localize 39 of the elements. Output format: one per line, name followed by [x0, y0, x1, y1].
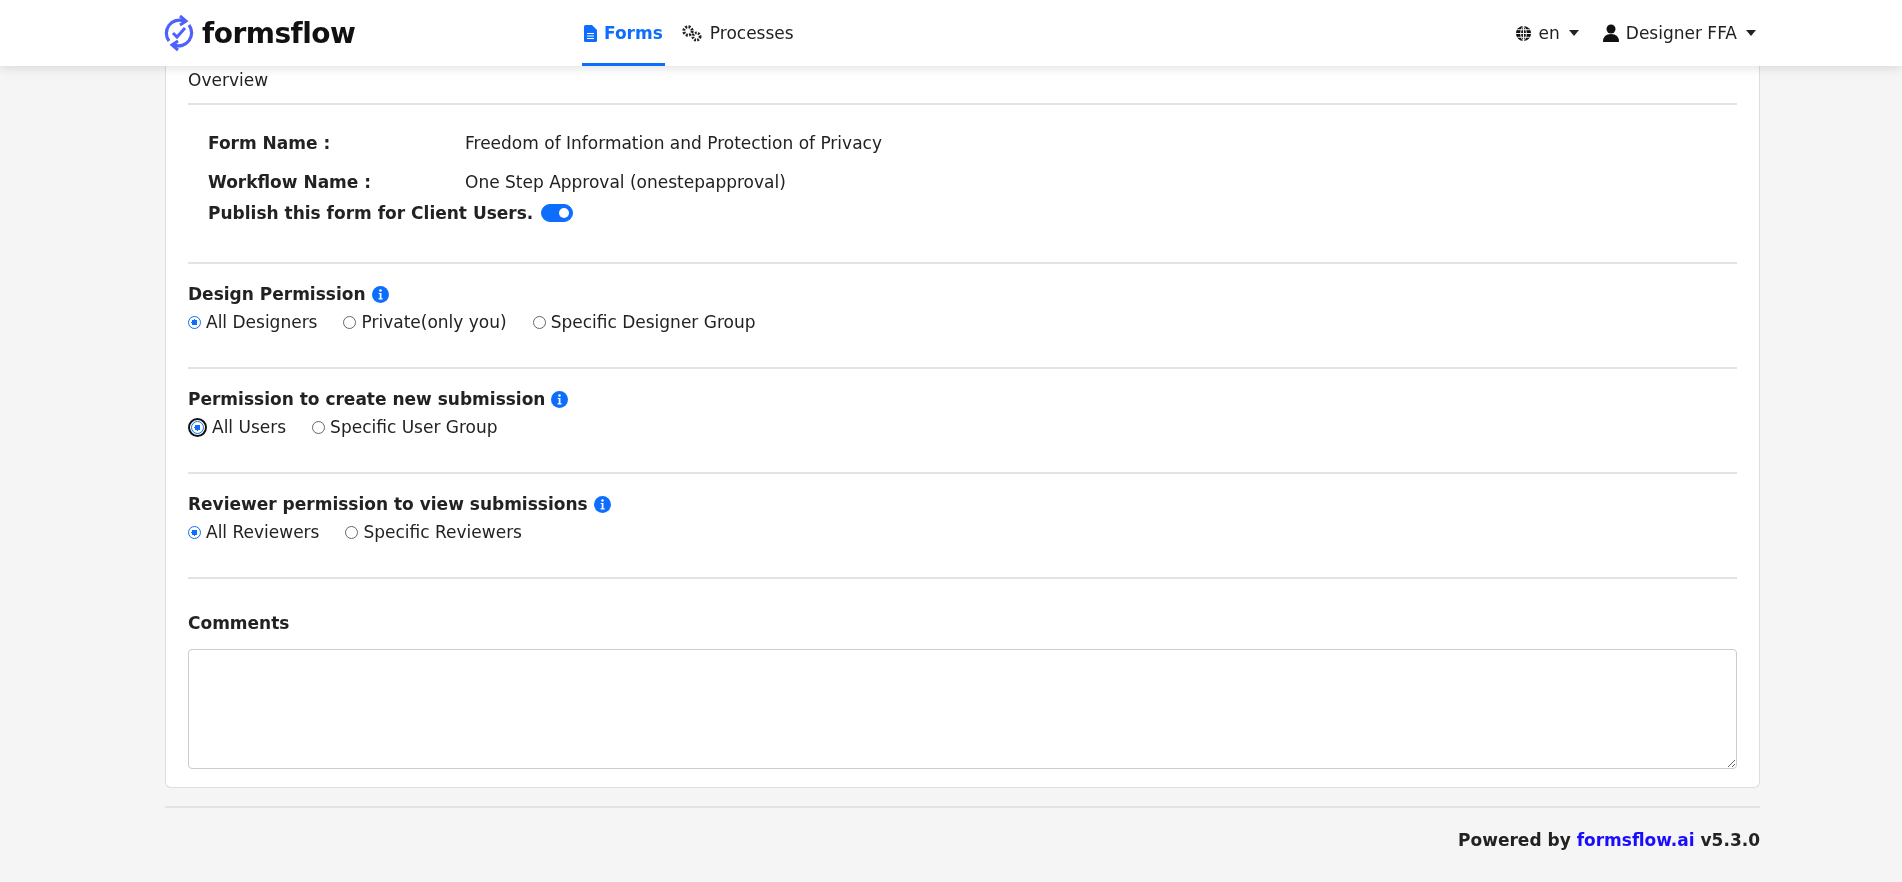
publish-label: Publish this form for Client Users.: [208, 203, 534, 223]
radio-button[interactable]: [532, 315, 546, 329]
language-dropdown[interactable]: en: [1514, 23, 1579, 43]
nav-tab[interactable]: Processes: [678, 0, 796, 66]
publish-toggle[interactable]: [541, 204, 574, 222]
logo-text[interactable]: formsflow: [202, 16, 356, 50]
radio-button[interactable]: [188, 315, 201, 329]
radio-label[interactable]: Specific User Group: [330, 417, 498, 437]
info-icon[interactable]: [551, 390, 569, 408]
user-dropdown[interactable]: Designer FFA: [1602, 23, 1756, 43]
info-icon[interactable]: [593, 495, 611, 513]
radio-button[interactable]: [343, 315, 357, 329]
permission-title: Reviewer permission to view submissions: [188, 494, 588, 514]
permission-title: Permission to create new submission: [188, 389, 546, 409]
globe-icon: [1514, 24, 1532, 42]
radio-button[interactable]: [312, 420, 326, 434]
radio-label[interactable]: Specific Reviewers: [363, 522, 522, 542]
footer-link[interactable]: formsflow.ai: [1576, 830, 1695, 850]
radio-label[interactable]: Specific Designer Group: [550, 312, 756, 332]
section-title: Overview: [188, 70, 270, 90]
field-value: One Step Approval (onestepapproval): [465, 171, 786, 192]
gears-icon: [680, 24, 703, 42]
radio-label[interactable]: All Reviewers: [206, 522, 320, 542]
permission-title: Design Permission: [188, 284, 366, 304]
comments-field[interactable]: [188, 649, 1737, 769]
document-icon: [584, 24, 597, 42]
radio-label[interactable]: All Users: [212, 417, 287, 437]
radio-label[interactable]: All Designers: [206, 312, 318, 332]
powered-by-text: Powered by formsflow.ai v5.3.0: [1458, 830, 1760, 850]
user-icon: [1602, 24, 1619, 42]
comments-label: Comments: [188, 613, 291, 633]
field-label: Form Name :: [208, 132, 332, 153]
info-icon[interactable]: [371, 285, 389, 303]
radio-label[interactable]: Private(only you): [361, 312, 507, 332]
field-value: Freedom of Information and Protection of Privacy: [465, 132, 882, 153]
field-label: Workflow Name :: [208, 171, 373, 192]
radio-button[interactable]: [188, 525, 201, 539]
radio-button[interactable]: [345, 525, 359, 539]
logo-icon: [162, 13, 196, 53]
